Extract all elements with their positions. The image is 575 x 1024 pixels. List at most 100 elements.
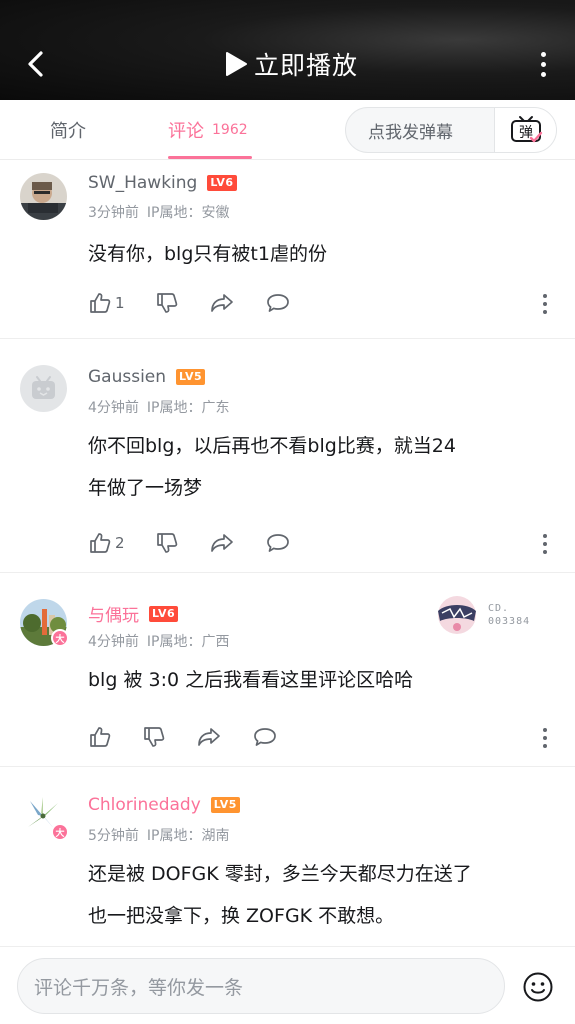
level-badge: LV5 xyxy=(210,797,240,813)
comment-bubble-icon xyxy=(254,728,276,746)
danmaku-tv-icon: 弹 xyxy=(510,116,542,143)
share-icon xyxy=(210,294,233,312)
fan-card-label: CD. xyxy=(488,603,510,614)
fan-card-badge[interactable]: CD. 003384 xyxy=(432,593,530,637)
video-header: 立即播放 xyxy=(0,0,575,100)
active-tab-indicator xyxy=(168,156,252,159)
dot-icon xyxy=(540,51,546,57)
comment-meta: 5分钟前 IP属地：湖南 xyxy=(88,825,230,845)
tab-intro-label: 简介 xyxy=(50,121,86,142)
comment-meta: 4分钟前 IP属地：广东 xyxy=(88,397,230,417)
comment-text: 没有你，blg只有被t1虐的份 xyxy=(88,243,327,265)
comment-list: SW_Hawking LV6 3分钟前 IP属地：安徽 没有你，blg只有被t1虐… xyxy=(0,161,575,946)
comment-text-line: 年做了一场梦 xyxy=(88,477,203,499)
thumbs-down-icon xyxy=(156,293,177,313)
reply-button[interactable] xyxy=(265,288,291,318)
like-button[interactable]: 2 xyxy=(88,528,125,558)
smiley-icon xyxy=(523,972,553,1002)
thumbs-down-icon xyxy=(156,533,177,553)
thumbs-down-icon xyxy=(144,727,165,747)
comment-meta: 3分钟前 IP属地：安徽 xyxy=(88,202,230,222)
dislike-button[interactable] xyxy=(142,722,166,752)
comment-time: 3分钟前 xyxy=(88,205,139,221)
level-badge: LV6 xyxy=(149,605,179,622)
share-icon xyxy=(210,534,233,552)
comment-more-button[interactable] xyxy=(542,294,548,314)
username[interactable]: Gaussien xyxy=(88,367,166,387)
comment-text: blg 被 3:0 之后我看看这里评论区哈哈 xyxy=(88,669,414,691)
fan-card-emblem-icon xyxy=(438,596,476,634)
comments-count: 1962 xyxy=(212,122,248,138)
thumbs-up-icon xyxy=(90,293,111,313)
reply-button[interactable] xyxy=(265,528,291,558)
chevron-left-icon xyxy=(28,51,43,77)
comment-time: 4分钟前 xyxy=(88,400,139,416)
comment-bubble-icon xyxy=(266,294,289,312)
danmaku-entry[interactable]: 点我发弹幕 弹 xyxy=(345,107,557,153)
avatar[interactable] xyxy=(20,365,67,412)
comment-time: 5分钟前 xyxy=(88,828,139,844)
like-button[interactable] xyxy=(88,722,112,752)
level-badge: LV6 xyxy=(207,175,237,191)
user-avatar-image xyxy=(20,173,67,220)
play-now-label: 立即播放 xyxy=(254,51,359,80)
like-count: 2 xyxy=(115,534,125,552)
ip-location: IP属地：广西 xyxy=(146,634,230,650)
avatar[interactable]: 大 xyxy=(20,599,69,647)
comment-meta: 4分钟前 IP属地：广西 xyxy=(88,631,230,651)
level-badge: LV5 xyxy=(176,369,206,385)
default-avatar-image xyxy=(20,365,67,412)
username[interactable]: SW_Hawking xyxy=(88,173,197,193)
comment-more-button[interactable] xyxy=(542,534,548,554)
emoji-button[interactable] xyxy=(522,971,554,1003)
comment-actions: 1 xyxy=(88,288,321,318)
comment-bubble-icon xyxy=(266,534,289,552)
comment-actions: 2 xyxy=(88,528,321,558)
ip-location: IP属地：湖南 xyxy=(146,828,230,844)
tab-intro[interactable]: 简介 xyxy=(50,100,86,160)
comment-item: Gaussien LV5 4分钟前 IP属地：广东 你不回blg，以后再也不看bl… xyxy=(0,339,575,573)
like-button[interactable]: 1 xyxy=(88,288,125,318)
comment-time: 4分钟前 xyxy=(88,634,139,650)
comment-item: 大 与偶玩 LV6 CD. 003384 4分钟前 IP属地：广西 blg 被 3… xyxy=(0,573,575,767)
play-now-button[interactable]: 立即播放 xyxy=(224,44,358,84)
big-member-badge: 大 xyxy=(51,823,69,841)
comment-item: SW_Hawking LV6 3分钟前 IP属地：安徽 没有你，blg只有被t1虐… xyxy=(0,161,575,339)
comment-text-line: 还是被 DOFGK 零封，多兰今天都尽力在送了 xyxy=(88,863,472,885)
reply-button[interactable] xyxy=(252,722,278,752)
avatar[interactable] xyxy=(20,173,67,220)
danmaku-placeholder: 点我发弹幕 xyxy=(368,122,453,143)
thumbs-up-icon xyxy=(90,727,111,747)
share-button[interactable] xyxy=(209,528,235,558)
tab-comments-label: 评论 xyxy=(168,121,204,142)
tab-comments[interactable]: 评论 1962 xyxy=(168,100,248,160)
reply-bar: 评论千万条，等你发一条 xyxy=(0,946,575,1024)
comment-actions xyxy=(88,722,308,752)
dot-icon xyxy=(540,71,546,77)
dislike-button[interactable] xyxy=(155,528,179,558)
like-count: 1 xyxy=(115,294,125,312)
comment-text-line: 你不回blg，以后再也不看blg比赛，就当24 xyxy=(88,435,456,457)
avatar[interactable]: 大 xyxy=(20,793,69,841)
username[interactable]: Chlorinedady xyxy=(88,795,201,815)
ip-location: IP属地：安徽 xyxy=(146,205,230,221)
comment-input[interactable]: 评论千万条，等你发一条 xyxy=(17,958,505,1014)
comment-text: 你不回blg，以后再也不看blg比赛，就当24 年做了一场梦 xyxy=(88,425,553,509)
username[interactable]: 与偶玩 xyxy=(88,601,139,626)
play-icon xyxy=(226,52,247,76)
dot-icon xyxy=(540,61,546,67)
more-options-button[interactable] xyxy=(531,46,555,82)
back-button[interactable] xyxy=(18,44,54,84)
ip-location: IP属地：广东 xyxy=(146,400,230,416)
thumbs-up-icon xyxy=(90,533,111,553)
share-button[interactable] xyxy=(209,288,235,318)
danmaku-toggle-button[interactable]: 弹 xyxy=(494,108,556,152)
comment-item: 大 Chlorinedady LV5 5分钟前 IP属地：湖南 还是被 DOFGK… xyxy=(0,767,575,946)
comment-text: 还是被 DOFGK 零封，多兰今天都尽力在送了 也一把没拿下，换 ZOFGK 不… xyxy=(88,853,553,937)
fan-card-number: 003384 xyxy=(488,616,531,627)
dislike-button[interactable] xyxy=(155,288,179,318)
share-icon xyxy=(198,728,220,746)
share-button[interactable] xyxy=(196,722,222,752)
comment-more-button[interactable] xyxy=(542,728,548,748)
comment-text-line: 也一把没拿下，换 ZOFGK 不敢想。 xyxy=(88,905,395,927)
